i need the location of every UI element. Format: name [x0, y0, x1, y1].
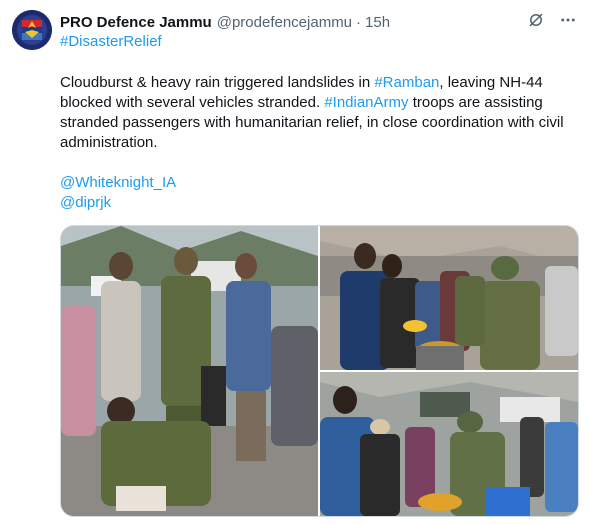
hashtag-indian-army[interactable]: #IndianArmy: [324, 94, 408, 111]
display-name[interactable]: PRO Defence Jammu: [60, 14, 212, 31]
photo-soldiers-roadside[interactable]: [61, 226, 318, 516]
tweet-text: Cloudburst & heavy rain triggered landsl…: [60, 73, 572, 153]
avatar[interactable]: [12, 10, 52, 50]
mention-whiteknight[interactable]: @Whiteknight_IA: [60, 173, 176, 193]
grok-icon[interactable]: [527, 11, 545, 29]
user-handle[interactable]: @prodefencejammu: [217, 14, 352, 31]
text-segment: Cloudburst & heavy rain triggered landsl…: [60, 74, 375, 91]
mentions: @Whiteknight_IA @diprjk: [60, 173, 176, 213]
photo-food-serving[interactable]: [320, 372, 578, 516]
hashtag-disaster-relief[interactable]: #DisasterRelief: [60, 33, 162, 50]
tweet-header: PRO Defence Jammu @prodefencejammu · 15h: [60, 11, 577, 33]
army-emblem-icon: [12, 10, 52, 50]
hashtag-ramban[interactable]: #Ramban: [374, 74, 439, 91]
separator: ·: [356, 13, 362, 31]
mention-diprjk[interactable]: @diprjk: [60, 193, 176, 213]
media-grid: [60, 225, 579, 517]
more-icon[interactable]: [559, 11, 577, 29]
timestamp[interactable]: 15h: [365, 14, 390, 31]
photo-food-distribution[interactable]: [320, 226, 578, 370]
